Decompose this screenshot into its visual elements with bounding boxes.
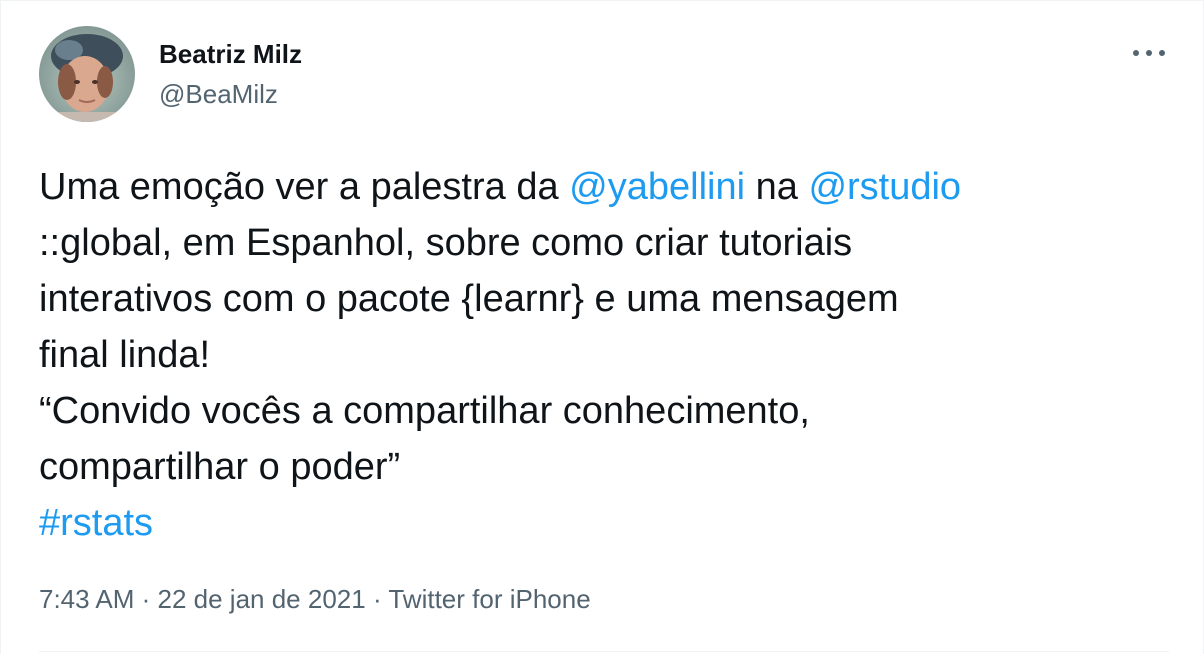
tweet-time[interactable]: 7:43 AM <box>39 584 134 614</box>
tweet-line-5: “Convido vocês a compartilhar conhecimen… <box>39 390 810 432</box>
tweet-line-3: interativos com o pacote {learnr} e uma … <box>39 278 899 320</box>
tweet-line-1: Uma emoção ver a palestra da @yabellini … <box>39 159 1169 215</box>
tweet-line-6: compartilhar o poder” <box>39 446 401 488</box>
avatar[interactable] <box>39 26 135 122</box>
separator: · <box>134 584 158 614</box>
text-segment: na <box>745 166 809 208</box>
display-name[interactable]: Beatriz Milz <box>159 38 302 70</box>
tweet-source[interactable]: Twitter for iPhone <box>388 584 590 614</box>
text-segment: Uma emoção ver a palestra da <box>39 166 570 208</box>
tweet-line-2: ::global, em Espanhol, sobre como criar … <box>39 222 853 264</box>
more-horizontal-icon <box>1133 50 1165 56</box>
tweet-metadata: 7:43 AM · 22 de jan de 2021 · Twitter fo… <box>39 581 591 617</box>
mention-link-yabellini[interactable]: @yabellini <box>569 166 745 208</box>
mention-link-rstudio[interactable]: @rstudio <box>808 166 961 208</box>
avatar-image <box>39 26 135 122</box>
tweet-text: Uma emoção ver a palestra da @yabellini … <box>39 159 1169 551</box>
hashtag-link-rstats[interactable]: #rstats <box>39 495 1169 551</box>
tweet-date[interactable]: 22 de jan de 2021 <box>158 584 366 614</box>
more-options-button[interactable] <box>1129 37 1169 69</box>
tweet-line-4: final linda! <box>39 334 211 376</box>
separator: · <box>365 584 389 614</box>
tweet-card: Beatriz Milz @BeaMilz Uma emoção ver a p… <box>0 0 1204 654</box>
author-block: Beatriz Milz @BeaMilz <box>159 38 302 110</box>
user-handle[interactable]: @BeaMilz <box>159 78 302 110</box>
divider <box>39 651 1169 652</box>
